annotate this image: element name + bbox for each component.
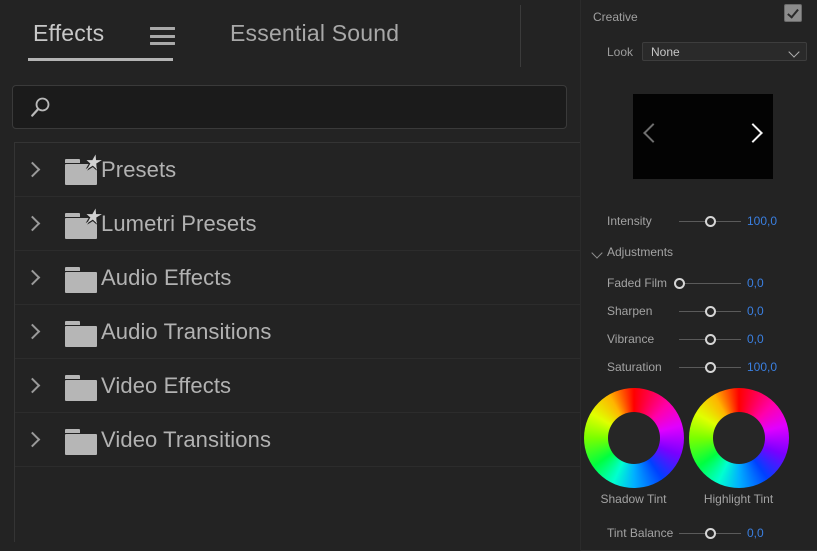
tab-essential-sound[interactable]: Essential Sound bbox=[230, 20, 399, 47]
tree-item-label: Audio Transitions bbox=[101, 318, 272, 344]
folder-star-icon: ★ bbox=[49, 153, 101, 186]
chevron-right-icon[interactable] bbox=[15, 431, 49, 448]
chevron-right-icon[interactable] bbox=[15, 269, 49, 286]
param-value[interactable]: 0,0 bbox=[747, 304, 807, 318]
param-intensity: Intensity 100,0 bbox=[581, 212, 817, 232]
slider-knob[interactable] bbox=[674, 278, 685, 289]
adjustments-section-header[interactable]: Adjustments bbox=[591, 245, 813, 263]
param-label: Sharpen bbox=[607, 304, 653, 318]
chevron-right-icon[interactable] bbox=[15, 215, 49, 232]
folder-star-icon: ★ bbox=[49, 207, 101, 240]
hamburger-icon[interactable] bbox=[150, 27, 175, 45]
param-value[interactable]: 100,0 bbox=[747, 214, 807, 228]
param-sharpen: Sharpen 0,0 bbox=[581, 302, 817, 322]
folder-icon bbox=[49, 316, 97, 348]
param-value[interactable]: 0,0 bbox=[747, 332, 807, 346]
tree-item-label: Video Transitions bbox=[101, 426, 272, 452]
tree-item-label: Lumetri Presets bbox=[101, 210, 257, 236]
color-wheel-icon[interactable] bbox=[688, 388, 789, 488]
search-icon bbox=[31, 97, 50, 117]
premiere-panels-root: Effects Essential Sound ★ Presets ★ Lume… bbox=[0, 0, 817, 551]
tree-row[interactable]: ★ Presets bbox=[15, 143, 580, 197]
shadow-tint-control: Shadow Tint bbox=[581, 388, 686, 506]
slider-knob[interactable] bbox=[705, 334, 716, 345]
param-saturation: Saturation 100,0 bbox=[581, 358, 817, 378]
adjustments-label: Adjustments bbox=[607, 245, 674, 259]
hamburger-bar bbox=[150, 34, 175, 38]
wheel-label: Highlight Tint bbox=[703, 492, 774, 506]
folder-icon bbox=[49, 262, 97, 294]
chevron-down-icon bbox=[788, 46, 800, 58]
tree-row[interactable]: Audio Effects bbox=[15, 251, 580, 305]
param-value[interactable]: 0,0 bbox=[747, 526, 807, 540]
tree-row[interactable]: Video Transitions bbox=[15, 413, 580, 467]
tab-bar-divider bbox=[520, 5, 521, 67]
param-label: Tint Balance bbox=[607, 526, 674, 540]
tree-row[interactable]: Audio Transitions bbox=[15, 305, 580, 359]
look-preview-thumbnail[interactable] bbox=[633, 94, 773, 179]
tree-item-label: Presets bbox=[101, 156, 177, 182]
param-label: Saturation bbox=[607, 360, 662, 374]
chevron-right-icon[interactable] bbox=[15, 323, 49, 340]
search-field[interactable] bbox=[12, 85, 567, 130]
param-faded-film: Faded Film 0,0 bbox=[581, 274, 817, 294]
lumetri-creative-panel: Creative Look None Intensity 100,0 Adjus… bbox=[580, 0, 817, 551]
param-label: Vibrance bbox=[607, 332, 655, 346]
chevron-left-icon[interactable] bbox=[643, 123, 663, 143]
look-selected-value: None bbox=[651, 45, 680, 59]
param-label: Faded Film bbox=[607, 276, 668, 290]
hamburger-bar bbox=[150, 27, 175, 30]
look-label: Look bbox=[607, 45, 634, 59]
param-value[interactable]: 0,0 bbox=[747, 276, 807, 290]
param-value[interactable]: 100,0 bbox=[747, 360, 807, 374]
slider-knob[interactable] bbox=[705, 306, 716, 317]
slider-knob[interactable] bbox=[705, 362, 716, 373]
slider-knob[interactable] bbox=[705, 528, 716, 539]
slider-track[interactable] bbox=[679, 283, 741, 284]
param-vibrance: Vibrance 0,0 bbox=[581, 330, 817, 350]
effects-tree: ★ Presets ★ Lumetri Presets Audio Effect… bbox=[14, 142, 580, 542]
folder-icon bbox=[49, 424, 97, 456]
panel-tab-bar: Effects Essential Sound bbox=[0, 0, 580, 70]
effects-panel: Effects Essential Sound ★ Presets ★ Lume… bbox=[0, 0, 580, 551]
tree-item-label: Video Effects bbox=[101, 372, 232, 398]
chevron-right-icon[interactable] bbox=[15, 161, 49, 178]
param-label: Intensity bbox=[607, 214, 652, 228]
param-tint-balance: Tint Balance 0,0 bbox=[581, 524, 817, 544]
active-tab-underline bbox=[28, 58, 173, 61]
folder-icon bbox=[49, 370, 97, 402]
tree-row[interactable]: Video Effects bbox=[15, 359, 580, 413]
hamburger-bar bbox=[150, 42, 175, 45]
chevron-right-icon[interactable] bbox=[15, 377, 49, 394]
highlight-tint-control: Highlight Tint bbox=[686, 388, 791, 506]
checkbox-checked-icon[interactable] bbox=[784, 4, 802, 22]
chevron-down-icon bbox=[591, 247, 603, 259]
search-input[interactable] bbox=[61, 86, 560, 130]
section-title: Creative bbox=[593, 10, 638, 24]
tree-row[interactable]: ★ Lumetri Presets bbox=[15, 197, 580, 251]
chevron-right-icon[interactable] bbox=[743, 123, 763, 143]
tree-item-label: Audio Effects bbox=[101, 264, 232, 290]
wheel-label: Shadow Tint bbox=[600, 492, 667, 506]
tint-color-wheels: Shadow Tint Highlight Tint bbox=[581, 388, 817, 506]
color-wheel-icon[interactable] bbox=[583, 388, 684, 488]
tab-effects[interactable]: Effects bbox=[33, 20, 104, 47]
slider-knob[interactable] bbox=[705, 216, 716, 227]
look-dropdown[interactable]: None bbox=[642, 42, 807, 61]
